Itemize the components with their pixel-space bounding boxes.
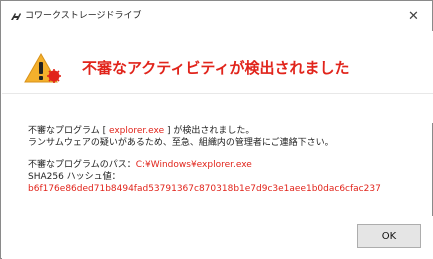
instruction-message: ランサムウェアの疑いがあるため、至急、組織内の管理者にご連絡下さい。 [28, 138, 334, 148]
message-prefix: 不審なプログラム [ [28, 126, 109, 136]
title-bar: コワークストレージドライブ ✕ [1, 1, 432, 31]
alert-dialog: コワークストレージドライブ ✕ 不審なアクティビティが検出されました 不審なプロ… [0, 0, 433, 259]
tools-icon [11, 13, 21, 20]
path-value: C:¥Windows¥explorer.exe [135, 160, 252, 170]
hash-value: b6f176e86ded71b8494fad53791367c870318b1e… [28, 184, 381, 194]
hash-label: SHA256 ハッシュ値： [28, 172, 121, 182]
alert-badge-icon [47, 69, 61, 83]
detection-message: 不審なプログラム [ explorer.exe ] が検出されました。 [28, 125, 254, 137]
program-name: explorer.exe [108, 126, 165, 136]
window-title: コワークストレージドライブ [25, 11, 142, 21]
message-suffix: ] が検出されました。 [164, 126, 255, 136]
ok-button[interactable]: OK [357, 224, 421, 248]
program-path: 不審なプログラムのパス：C:¥Windows¥explorer.exe [28, 159, 252, 171]
close-icon: ✕ [408, 8, 419, 24]
alert-heading: 不審なアクティビティが検出されました [82, 59, 350, 77]
close-button[interactable]: ✕ [397, 3, 430, 29]
dialog-header: 不審なアクティビティが検出されました [2, 31, 433, 123]
path-label: 不審なプログラムのパス： [28, 160, 136, 170]
header-divider [2, 93, 433, 94]
